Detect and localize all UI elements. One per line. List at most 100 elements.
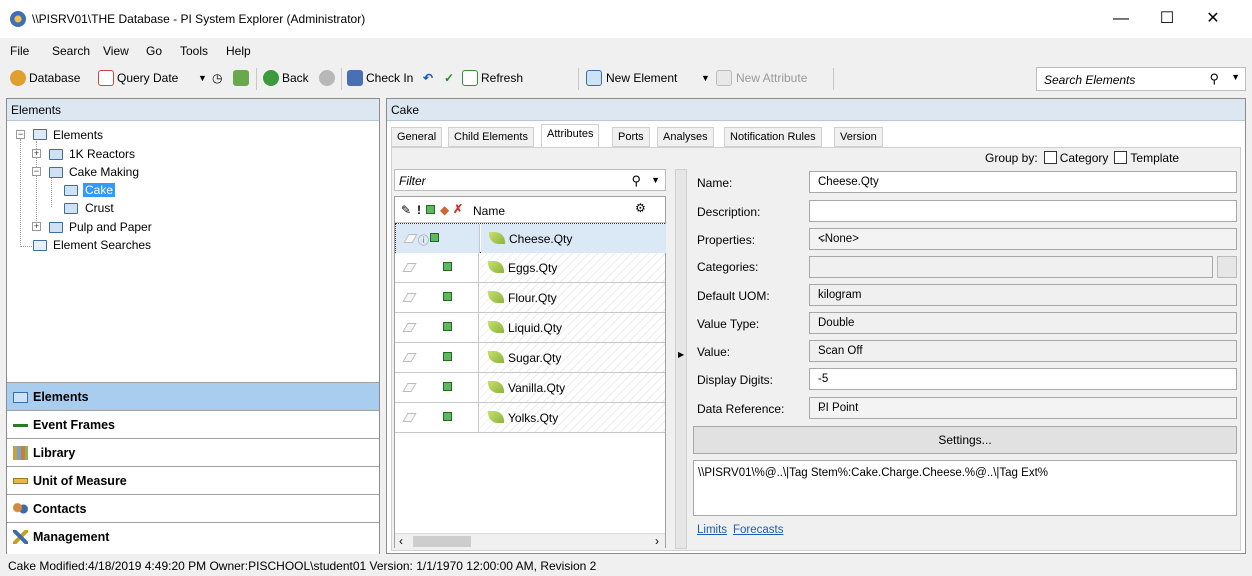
- menu-tools[interactable]: Tools: [180, 44, 208, 58]
- attribute-row[interactable]: ⓘ Cheese.Qty: [395, 223, 666, 253]
- nav-library[interactable]: Library: [7, 438, 379, 466]
- menu-view[interactable]: View: [103, 44, 129, 58]
- edit-column-icon[interactable]: ✎: [401, 203, 411, 217]
- forecasts-link[interactable]: Forecasts: [733, 524, 784, 536]
- display-digits-field[interactable]: -5: [809, 368, 1237, 390]
- tree-item-crust[interactable]: Crust: [85, 201, 114, 215]
- attribute-name-cell[interactable]: Liquid.Qty: [480, 313, 665, 342]
- properties-dropdown[interactable]: <None> ⌄: [809, 228, 1237, 250]
- template-checkbox[interactable]: [1114, 151, 1128, 164]
- limits-link[interactable]: Limits: [697, 524, 727, 536]
- settings-button[interactable]: Settings...: [693, 426, 1237, 454]
- attribute-row[interactable]: Yolks.Qty: [395, 403, 665, 433]
- refresh-time-icon[interactable]: [233, 70, 249, 86]
- attribute-row[interactable]: Vanilla.Qty: [395, 373, 665, 403]
- search-dropdown-icon[interactable]: ▼: [1231, 72, 1240, 82]
- expand-icon[interactable]: +: [32, 149, 41, 158]
- default-uom-field[interactable]: kilogram: [809, 284, 1237, 306]
- database-button[interactable]: Database: [29, 71, 80, 85]
- tab-general[interactable]: General: [391, 127, 443, 147]
- query-date-button[interactable]: Query Date: [117, 71, 178, 85]
- nav-event-frames[interactable]: Event Frames: [7, 410, 379, 438]
- tree-item-pulp-and-paper[interactable]: Pulp and Paper: [69, 220, 152, 234]
- name-field[interactable]: Cheese.Qty: [809, 171, 1237, 193]
- excluded-column-icon[interactable]: ✗: [453, 202, 463, 216]
- collapse-icon[interactable]: −: [16, 130, 25, 139]
- nav-unit-of-measure[interactable]: Unit of Measure: [7, 466, 379, 494]
- categories-browse-icon[interactable]: [1217, 256, 1237, 278]
- check-in-button[interactable]: Check In: [366, 71, 413, 85]
- config-column-icon[interactable]: [426, 205, 435, 214]
- collapse-icon[interactable]: −: [32, 167, 41, 176]
- value-field[interactable]: Scan Off: [809, 340, 1237, 362]
- data-reference-path[interactable]: \\PISRV01\%@..\|Tag Stem%:Cake.Charge.Ch…: [693, 460, 1237, 516]
- attribute-name-cell[interactable]: Cheese.Qty: [481, 224, 666, 253]
- menu-help[interactable]: Help: [226, 44, 251, 58]
- close-icon[interactable]: ✕: [1190, 0, 1236, 38]
- nav-management[interactable]: Management: [7, 522, 379, 554]
- search-icon[interactable]: ⚲: [631, 173, 641, 189]
- new-element-icon: [586, 70, 602, 86]
- tab-attributes[interactable]: Attributes: [541, 124, 600, 148]
- expand-icon[interactable]: +: [32, 222, 41, 231]
- data-reference-dropdown[interactable]: PI Point ⌄: [809, 397, 1237, 419]
- menu-file[interactable]: File: [10, 44, 29, 58]
- categories-field[interactable]: [809, 256, 1213, 278]
- nav-elements[interactable]: Elements: [7, 382, 379, 410]
- filter-dropdown-icon[interactable]: ▼: [651, 175, 660, 185]
- name-column-header[interactable]: Name: [473, 204, 505, 218]
- menu-go[interactable]: Go: [146, 44, 162, 58]
- undo-icon[interactable]: ↶: [423, 71, 433, 85]
- calendar-icon: [98, 70, 114, 86]
- category-checkbox[interactable]: [1043, 151, 1057, 164]
- tree-item-element-searches[interactable]: Element Searches: [53, 238, 151, 252]
- minimize-icon[interactable]: —: [1098, 0, 1144, 38]
- new-element-dropdown-icon[interactable]: ▼: [701, 73, 710, 83]
- attribute-row[interactable]: Flour.Qty: [395, 283, 665, 313]
- tab-child-elements[interactable]: Child Elements: [448, 127, 534, 147]
- maximize-icon[interactable]: ☐: [1144, 0, 1190, 38]
- clock-icon[interactable]: ◷: [212, 71, 222, 85]
- filter-input[interactable]: Filter ⚲ ▼: [394, 169, 666, 191]
- tree-item-1k-reactors[interactable]: 1K Reactors: [69, 147, 135, 161]
- tree-item-cake[interactable]: Cake: [83, 183, 116, 197]
- checkmark-icon[interactable]: ✓: [444, 71, 454, 85]
- template-column-icon[interactable]: ◆: [440, 203, 449, 217]
- attribute-name-cell[interactable]: Vanilla.Qty: [480, 373, 665, 402]
- attribute-name-cell[interactable]: Flour.Qty: [480, 283, 665, 312]
- nav-contacts[interactable]: Contacts: [7, 494, 379, 522]
- toolbar-separator: [578, 68, 579, 90]
- attribute-name-cell[interactable]: Eggs.Qty: [480, 253, 665, 282]
- refresh-button[interactable]: Refresh: [481, 71, 523, 85]
- tree-item-cake-making[interactable]: Cake Making: [69, 165, 139, 179]
- attribute-row[interactable]: Sugar.Qty: [395, 343, 665, 373]
- scroll-left-icon[interactable]: ‹: [399, 534, 403, 548]
- attribute-name-cell[interactable]: Yolks.Qty: [480, 403, 665, 432]
- back-button[interactable]: Back: [282, 71, 309, 85]
- search-elements-input[interactable]: Search Elements ⚲ ▼: [1036, 67, 1246, 91]
- tab-analyses[interactable]: Analyses: [657, 127, 714, 147]
- description-field[interactable]: [809, 200, 1237, 222]
- display-digits-value: -5: [818, 373, 829, 385]
- horizontal-scrollbar[interactable]: ‹ ›: [395, 533, 665, 548]
- attribute-row[interactable]: Eggs.Qty: [395, 253, 665, 283]
- new-attribute-button[interactable]: New Attribute: [736, 71, 807, 85]
- query-date-dropdown-icon[interactable]: ▼: [198, 73, 207, 83]
- attribute-name-cell[interactable]: Sugar.Qty: [480, 343, 665, 372]
- tab-ports[interactable]: Ports: [612, 127, 650, 147]
- scroll-thumb[interactable]: [413, 536, 471, 547]
- splitter-arrow-icon[interactable]: ▶: [678, 350, 684, 359]
- forward-icon[interactable]: [319, 70, 335, 86]
- menu-search[interactable]: Search: [52, 44, 90, 58]
- tab-notification-rules[interactable]: Notification Rules: [724, 127, 822, 147]
- scroll-right-icon[interactable]: ›: [655, 534, 659, 548]
- column-chooser-icon[interactable]: ⚙: [635, 201, 646, 215]
- splitter[interactable]: ▶: [675, 169, 687, 549]
- tab-version[interactable]: Version: [834, 127, 883, 147]
- attribute-row[interactable]: Liquid.Qty: [395, 313, 665, 343]
- search-icon[interactable]: ⚲: [1209, 71, 1219, 87]
- new-element-button[interactable]: New Element: [606, 71, 677, 85]
- status-column-icon[interactable]: !: [417, 203, 421, 217]
- value-type-field[interactable]: Double: [809, 312, 1237, 334]
- tree-item-elements[interactable]: Elements: [53, 128, 103, 142]
